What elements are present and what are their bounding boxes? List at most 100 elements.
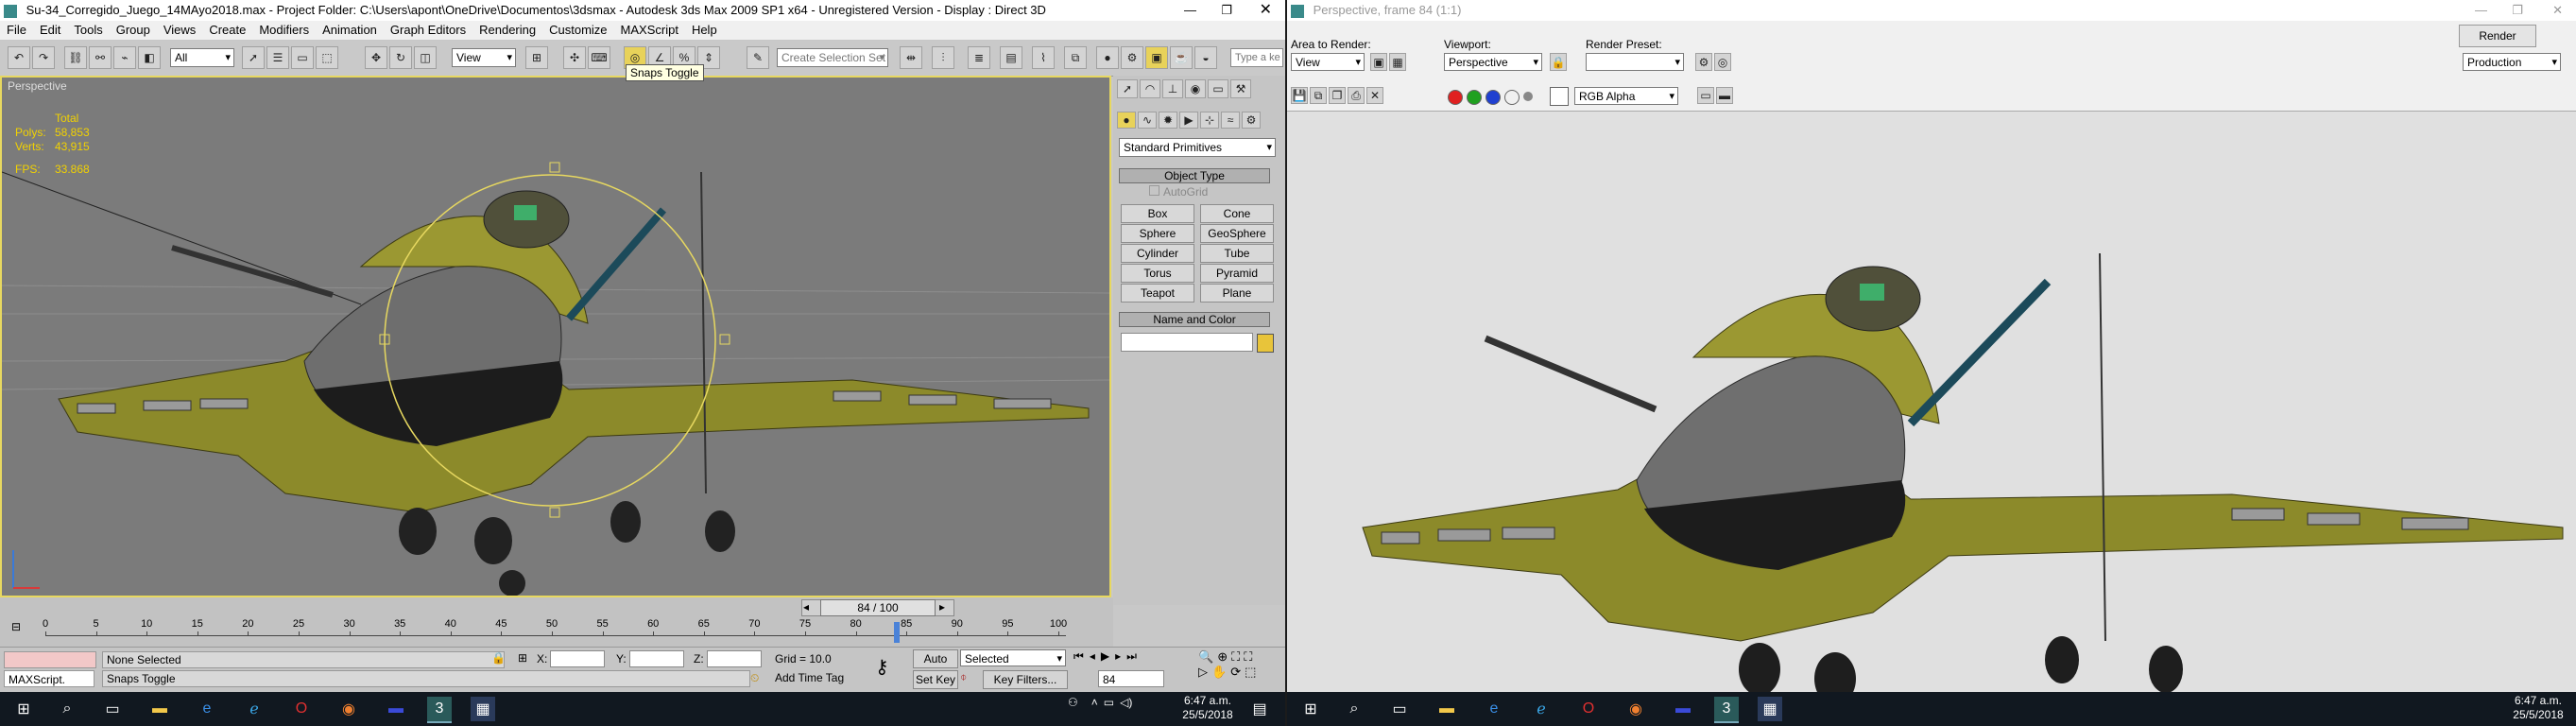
mirror-button[interactable]: ⇹: [900, 46, 922, 69]
select-rotate-button[interactable]: ↻: [389, 46, 412, 69]
select-by-name-button[interactable]: ☰: [266, 46, 289, 69]
orbit-icon[interactable]: ⟳: [1230, 665, 1241, 679]
network-icon[interactable]: ▭: [1104, 696, 1114, 709]
edit-named-selection-button[interactable]: ✎: [747, 46, 769, 69]
zoom-extents-all-icon[interactable]: ⛶: [1244, 649, 1252, 664]
volume-icon[interactable]: ◁): [1120, 696, 1132, 709]
hierarchy-tab-icon[interactable]: ⊥: [1162, 79, 1183, 98]
search-keyword-input[interactable]: Type a ke: [1230, 48, 1283, 67]
select-object-button[interactable]: ➚: [242, 46, 265, 69]
firefox-icon[interactable]: ◉: [336, 697, 361, 721]
align-button[interactable]: ⫶: [932, 46, 954, 69]
print-image-icon[interactable]: ⎙: [1348, 87, 1365, 104]
select-move-button[interactable]: ✥: [365, 46, 387, 69]
cameras-icon[interactable]: ▶: [1179, 112, 1198, 129]
time-slider-prev-icon[interactable]: ◂: [803, 600, 809, 614]
systems-icon[interactable]: ⚙: [1242, 112, 1261, 129]
layer-manager-button[interactable]: ≣: [968, 46, 990, 69]
toggle-ui-icon[interactable]: ▬: [1716, 87, 1733, 104]
viewport-lock-icon[interactable]: 🔒: [1550, 53, 1567, 71]
z-coord-input[interactable]: [707, 650, 762, 667]
time-slider-next-icon[interactable]: ▸: [939, 600, 945, 614]
environment-icon[interactable]: ◎: [1714, 53, 1731, 71]
file-explorer-icon[interactable]: ▬: [147, 697, 172, 721]
right-start-icon[interactable]: ⊞: [1298, 697, 1323, 721]
helpers-icon[interactable]: ⊹: [1200, 112, 1219, 129]
display-channel-dropdown[interactable]: RGB Alpha: [1574, 87, 1678, 105]
right-task-view-icon[interactable]: ▭: [1387, 697, 1412, 721]
graphite-toggle-button[interactable]: ▤: [1000, 46, 1022, 69]
edit-region-icon[interactable]: ▣: [1370, 53, 1387, 71]
menu-tools[interactable]: Tools: [67, 21, 109, 40]
track-bar-icon[interactable]: ⊟: [11, 620, 21, 633]
utilities-tab-icon[interactable]: ⚒: [1230, 79, 1251, 98]
pan-icon[interactable]: ✋: [1211, 665, 1227, 679]
menu-create[interactable]: Create: [202, 21, 252, 40]
pyramid-button[interactable]: Pyramid: [1200, 264, 1274, 283]
set-key-icon[interactable]: ⚷: [875, 655, 889, 679]
right-opera-icon[interactable]: O: [1576, 697, 1601, 721]
render-button[interactable]: Render: [2459, 25, 2536, 47]
close-icon[interactable]: ✕: [1260, 0, 1272, 21]
select-scale-button[interactable]: ◫: [414, 46, 437, 69]
right-app-icon[interactable]: ▬: [1671, 697, 1695, 721]
toggle-ui-overlay-icon[interactable]: ▭: [1697, 87, 1714, 104]
render-close-icon[interactable]: ✕: [2552, 0, 2563, 21]
people-icon[interactable]: ⚇: [1068, 696, 1078, 709]
maximize-viewport-icon[interactable]: ⬚: [1245, 665, 1256, 679]
key-mode-dropdown[interactable]: Selected: [960, 649, 1066, 667]
render-minimize-icon[interactable]: —: [2475, 0, 2487, 21]
go-to-end-icon[interactable]: ⏭: [1126, 649, 1137, 663]
named-selection-set-dropdown[interactable]: Create Selection Set: [777, 48, 888, 67]
undo-button[interactable]: ↶: [8, 46, 30, 69]
go-to-start-icon[interactable]: ⏮: [1073, 649, 1084, 663]
zoom-icon[interactable]: 🔍: [1198, 649, 1213, 664]
render-setup-icon[interactable]: ⚙: [1695, 53, 1712, 71]
menu-modifiers[interactable]: Modifiers: [252, 21, 316, 40]
selection-filter-dropdown[interactable]: All: [170, 48, 234, 67]
autogrid-checkbox[interactable]: AutoGrid: [1149, 185, 1208, 199]
select-manipulate-button[interactable]: ✣: [563, 46, 586, 69]
viewport-select-dropdown[interactable]: Perspective: [1444, 53, 1542, 71]
create-tab-icon[interactable]: ➚: [1117, 79, 1138, 98]
right-file-explorer-icon[interactable]: ▬: [1434, 697, 1459, 721]
monochrome-icon[interactable]: [1523, 92, 1533, 101]
perspective-viewport[interactable]: Perspective Total Polys: 58,853 Verts: 43,…: [0, 76, 1111, 597]
left-clock[interactable]: 6:47 a.m. 25/5/2018: [1179, 694, 1236, 722]
bind-space-warp-button[interactable]: ⌁: [113, 46, 136, 69]
reference-coordinate-dropdown[interactable]: View: [452, 48, 516, 67]
right-firefox-icon[interactable]: ◉: [1623, 697, 1648, 721]
box-button[interactable]: Box: [1121, 204, 1194, 223]
redo-button[interactable]: ↷: [32, 46, 55, 69]
name-and-color-rollout[interactable]: Name and Color: [1119, 312, 1270, 327]
next-frame-icon[interactable]: ▸: [1115, 649, 1121, 663]
menu-customize[interactable]: Customize: [542, 21, 613, 40]
viewport-label[interactable]: Perspective: [8, 79, 67, 93]
render-setup-button[interactable]: ⚙: [1121, 46, 1143, 69]
taskbar-search-icon[interactable]: ⌕: [55, 697, 79, 721]
geosphere-button[interactable]: GeoSphere: [1200, 224, 1274, 243]
opera-icon[interactable]: O: [289, 697, 314, 721]
maxscript-mini-listener[interactable]: MAXScript.: [4, 670, 94, 687]
menu-edit[interactable]: Edit: [33, 21, 67, 40]
display-tab-icon[interactable]: ▭: [1208, 79, 1228, 98]
rendered-frame-window-button[interactable]: ▣: [1145, 46, 1168, 69]
modify-tab-icon[interactable]: ◠: [1140, 79, 1160, 98]
object-color-swatch[interactable]: [1257, 334, 1274, 353]
right-3dsmax-taskbar-icon[interactable]: 3: [1714, 697, 1739, 723]
bind-button[interactable]: ◧: [138, 46, 161, 69]
alpha-channel-icon[interactable]: [1504, 90, 1520, 105]
menu-views[interactable]: Views: [157, 21, 202, 40]
app-icon[interactable]: ▬: [384, 697, 408, 721]
menu-file[interactable]: File: [0, 21, 33, 40]
field-of-view-icon[interactable]: ▷: [1198, 665, 1208, 679]
x-coord-input[interactable]: [550, 650, 605, 667]
pivot-center-button[interactable]: ⊞: [525, 46, 548, 69]
motion-tab-icon[interactable]: ◉: [1185, 79, 1206, 98]
window-crossing-button[interactable]: ⬚: [316, 46, 338, 69]
blue-channel-icon[interactable]: [1485, 90, 1501, 105]
copy-image-icon[interactable]: ⧉: [1310, 87, 1327, 104]
render-restore-icon[interactable]: ❐: [2512, 0, 2523, 21]
production-dropdown[interactable]: Production: [2463, 53, 2561, 71]
edge-icon[interactable]: e: [195, 697, 219, 721]
